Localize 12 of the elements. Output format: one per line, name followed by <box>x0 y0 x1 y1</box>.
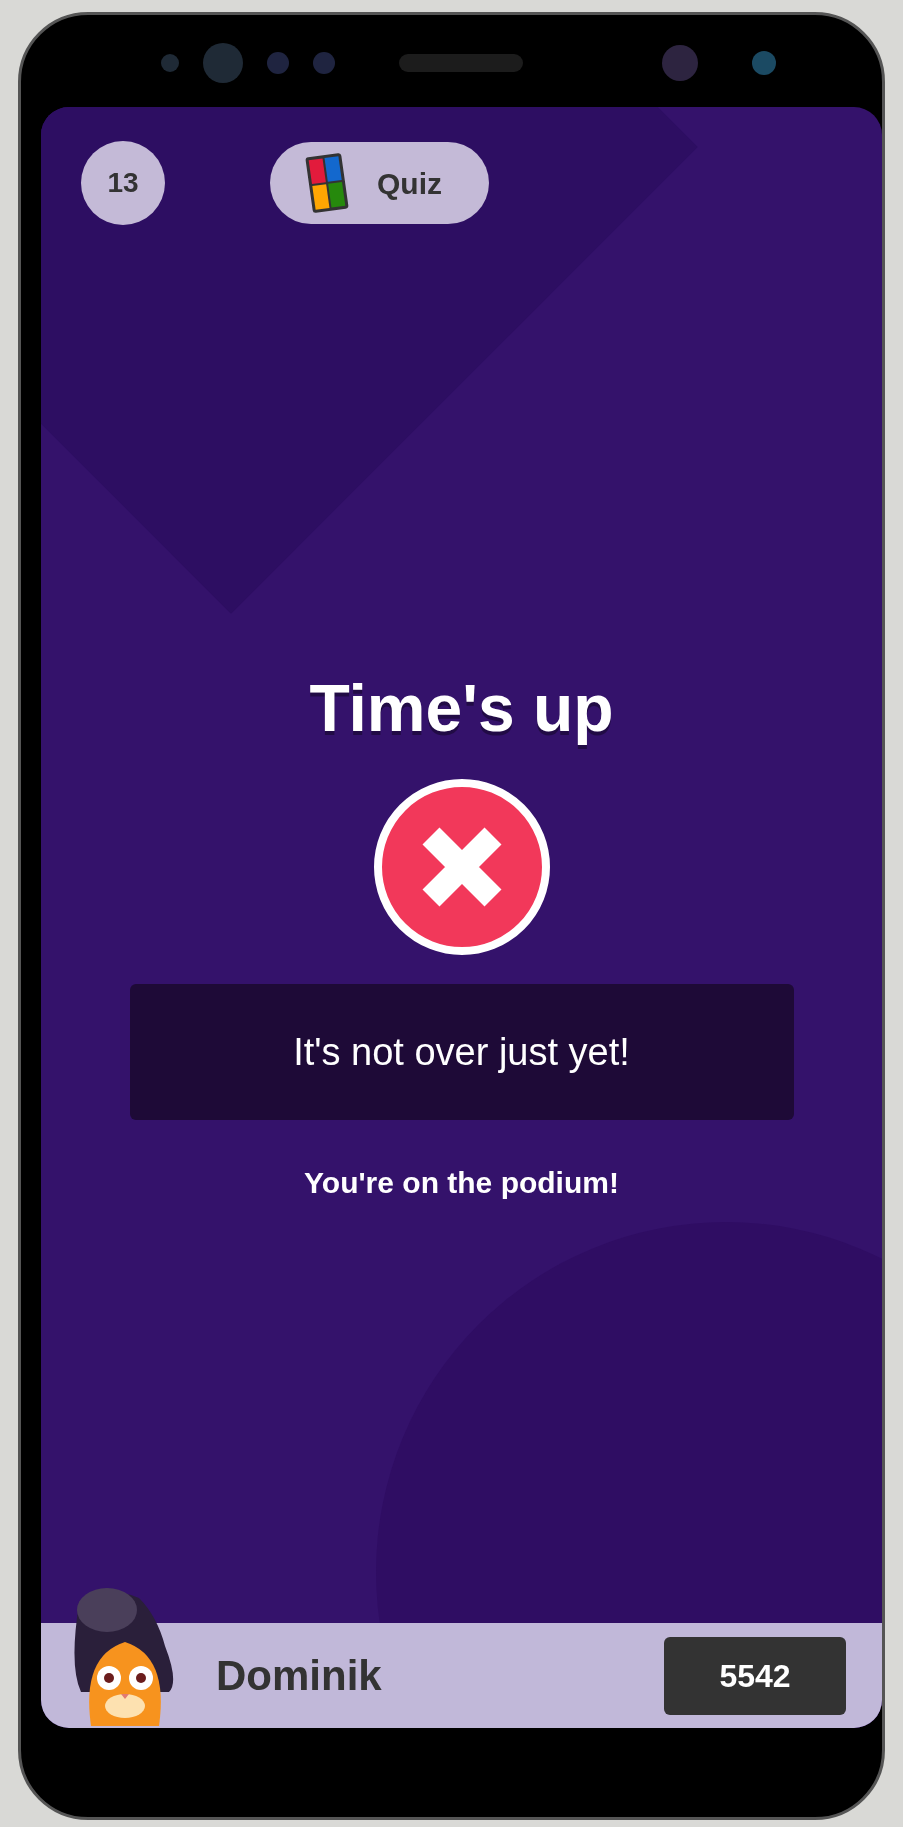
message-text: It's not over just yet! <box>293 1029 630 1075</box>
sensor-icon <box>267 51 289 74</box>
player-name: Dominik <box>216 1651 382 1701</box>
sensor-icon <box>313 51 335 74</box>
result-title: Time's up <box>309 670 614 747</box>
camera-icon <box>161 53 179 72</box>
sensor-icon <box>662 44 698 81</box>
podium-text: You're on the podium! <box>304 1165 619 1201</box>
camera-icon <box>203 42 243 83</box>
game-mode-label: Quiz <box>377 165 442 202</box>
sensor-icon <box>752 50 776 75</box>
score-box: 5542 <box>664 1636 846 1715</box>
